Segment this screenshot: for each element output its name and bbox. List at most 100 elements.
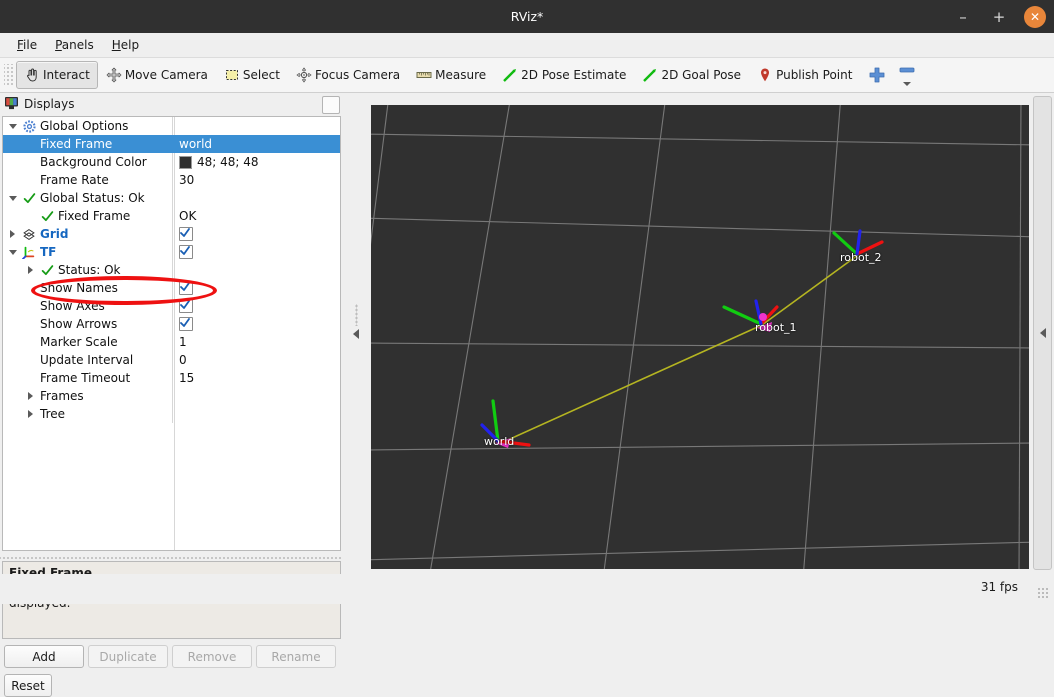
render-viewport[interactable]: world robot_1 robot_2 [371,105,1029,569]
tool-2d-goal-pose[interactable]: 2D Goal Pose [634,61,749,89]
tool-measure[interactable]: Measure [408,61,494,89]
tree-row-value[interactable]: 15 [172,369,340,387]
tree-row-value[interactable] [172,297,340,315]
tree-row-value[interactable]: world [172,135,340,153]
right-dock-collapsed[interactable] [1033,96,1052,570]
expander-collapse-icon[interactable] [7,117,18,135]
tree-row-value[interactable] [172,405,340,423]
left-splitter[interactable] [349,94,363,574]
tree-row-label: Fixed Frame [58,209,131,223]
maximize-button[interactable]: + [988,6,1010,28]
expander-expand-icon[interactable] [25,261,36,279]
tool-move-camera-label: Move Camera [124,68,208,82]
close-icon: ✕ [1029,9,1041,24]
tree-row-fixed-frame[interactable]: Fixed Frame world [3,135,340,153]
tool-interact[interactable]: Interact [16,61,98,89]
add-tool-button[interactable] [860,61,894,89]
tree-row-value[interactable] [172,225,340,243]
tree-row-marker-scale[interactable]: Marker Scale 1 [3,333,340,351]
tree-row-tree[interactable]: Tree [3,405,340,423]
close-button[interactable]: ✕ [1024,5,1046,28]
remove-tool-button[interactable] [894,62,920,88]
tree-row-name: Fixed Frame [3,135,172,153]
chevron-down-icon[interactable] [903,82,912,86]
tree-row-grid[interactable]: Grid [3,225,340,243]
tree-row-value[interactable] [172,117,340,135]
tree-row-label: Global Status: Ok [40,191,145,205]
reset-button[interactable]: Reset [4,674,52,697]
expander-expand-icon[interactable] [25,387,36,405]
tool-move-camera[interactable]: Move Camera [98,61,216,89]
tree-row-value[interactable]: 30 [172,171,340,189]
tree-row-value[interactable] [172,189,340,207]
rviz-window: RViz* – + ✕ File Panels Help Interact Mo… [0,0,1054,697]
tree-row-value[interactable] [172,387,340,405]
plus-icon [868,66,886,84]
tool-select-label: Select [242,68,280,82]
checkbox-show-names[interactable] [179,281,193,295]
tool-measure-label: Measure [435,68,487,82]
tree-row-value[interactable]: 1 [172,333,340,351]
duplicate-button[interactable]: Duplicate [88,645,168,668]
frame-label-robot-1: robot_1 [755,321,797,334]
tree-row-show-names[interactable]: Show Names [3,279,340,297]
tree-row-value[interactable] [172,243,340,261]
tree-row-name: Marker Scale [3,333,172,351]
tree-row-global-status-ok[interactable]: Global Status: Ok [3,189,340,207]
color-swatch[interactable] [179,155,192,169]
checkbox-show-arrows[interactable] [179,317,193,331]
tree-row-value[interactable] [172,261,340,279]
tree-row-tf[interactable]: TF [3,243,340,261]
green-arrow-icon [502,67,518,83]
expander-expand-icon[interactable] [7,225,18,243]
tree-rows-container: Global Options Fixed Frame world Background… [3,117,340,423]
expander-collapse-icon[interactable] [7,189,18,207]
tree-row-background-color[interactable]: Background Color 48; 48; 48 [3,153,340,171]
float-panel-button[interactable] [322,96,340,114]
tool-select[interactable]: Select [216,61,288,89]
tree-row-frame-timeout[interactable]: Frame Timeout 15 [3,369,340,387]
expander-collapse-icon[interactable] [7,243,18,261]
tree-row-global-options[interactable]: Global Options [3,117,340,135]
tree-row-update-interval[interactable]: Update Interval 0 [3,351,340,369]
tool-bar: Interact Move Camera Select Focus Camera [0,58,1054,93]
tree-row-value[interactable]: 0 [172,351,340,369]
tree-row-value-text: OK [179,209,197,223]
window-resize-grip[interactable] [1037,587,1050,600]
tree-row-fixed-frame[interactable]: Fixed Frame OK [3,207,340,225]
menu-file[interactable]: File [8,36,46,54]
tree-row-frames[interactable]: Frames [3,387,340,405]
tree-row-value[interactable] [172,279,340,297]
displays-tree[interactable]: Global Options Fixed Frame world Background… [2,116,341,551]
collapse-left-arrow-icon[interactable] [353,329,359,339]
tree-row-value[interactable]: 48; 48; 48 [172,153,340,171]
tree-row-value[interactable] [172,315,340,333]
tree-row-show-arrows[interactable]: Show Arrows [3,315,340,333]
tree-row-frame-rate[interactable]: Frame Rate 30 [3,171,340,189]
checkbox-tf[interactable] [179,245,193,259]
tool-2d-goal-pose-label: 2D Goal Pose [661,68,742,82]
expander-expand-icon[interactable] [25,405,36,423]
add-button[interactable]: Add [4,645,84,668]
panel-splitter-handle[interactable] [0,554,343,561]
tool-focus-camera[interactable]: Focus Camera [288,61,408,89]
toolbar-drag-handle[interactable] [4,64,14,86]
tree-row-status-ok[interactable]: Status: Ok [3,261,340,279]
remove-button[interactable]: Remove [172,645,252,668]
minimize-button[interactable]: – [952,6,974,28]
tf-arrow-head-robot1-node [759,313,767,321]
expand-right-arrow-icon[interactable] [1039,328,1046,338]
rename-button[interactable]: Rename [256,645,336,668]
tool-publish-point[interactable]: Publish Point [749,61,860,89]
tree-row-value-text: 15 [179,371,195,385]
tree-row-value[interactable]: OK [172,207,340,225]
menu-panels[interactable]: Panels [46,36,103,54]
tool-2d-pose-estimate[interactable]: 2D Pose Estimate [494,61,634,89]
tree-row-show-axes[interactable]: Show Axes [3,297,340,315]
menu-help[interactable]: Help [103,36,148,54]
checkbox-grid[interactable] [179,227,193,241]
tree-row-label: Tree [40,407,66,421]
displays-monitor-icon [4,96,19,113]
checkbox-show-axes[interactable] [179,299,193,313]
